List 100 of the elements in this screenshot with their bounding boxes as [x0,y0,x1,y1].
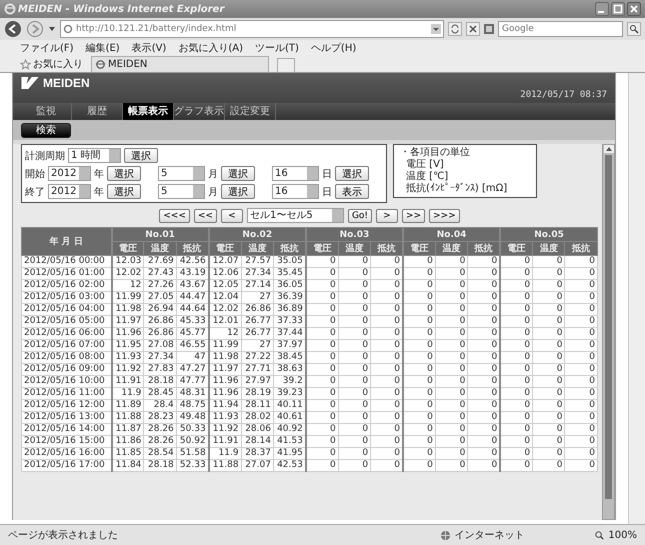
table-cell: 0 [500,328,533,340]
select-button[interactable]: 選択 [335,166,369,181]
unit-label: 月 [208,168,218,180]
date-select[interactable]: 16 [272,184,319,199]
scrollbar[interactable] [628,73,645,524]
unit-label: 月 [208,186,218,198]
pager-button[interactable]: >>> [429,208,460,222]
table-cell: 12.01 [208,316,242,328]
table-cell: 12.03 [112,256,144,268]
table-cell: 2012/05/16 13:00 [22,412,112,424]
table-cell: 11.93 [112,352,144,364]
table-cell: 2012/05/16 04:00 [22,304,112,316]
logo-icon [21,77,39,89]
browser-tab[interactable]: MEIDEN [91,56,269,72]
table-cell: 0 [500,268,533,280]
select-button[interactable]: 選択 [124,148,158,163]
pager-button[interactable]: > [376,208,398,222]
table-cell: 11.97 [112,316,144,328]
scroll-up-icon[interactable] [604,145,614,153]
table-cell: 0 [500,460,533,472]
menu-item[interactable]: 表示(V) [132,40,166,54]
table-cell: 11.93 [208,412,242,424]
cell-select[interactable]: セル1〜セル5 [246,208,344,223]
table-cell: 0 [500,316,533,328]
table-cell: 0 [306,280,338,292]
table-cell: 2012/05/16 12:00 [22,400,112,412]
column-header: 年 月 日 [22,228,112,256]
address-field[interactable]: http://10.121.21/battery/index.html [60,20,444,38]
menu-item[interactable]: お気に入り(A) [178,40,243,54]
menu-item[interactable]: ヘルプ(H) [310,40,356,54]
table-cell: 11.88 [112,412,144,424]
table-cell: 0 [500,400,533,412]
date-select[interactable]: 5 [158,184,205,199]
table-cell: 11.95 [112,340,144,352]
pager-button[interactable]: << [194,208,217,222]
search-button[interactable]: 検索 [21,122,71,138]
favorites-button[interactable]: お気に入り [20,56,83,72]
table-cell: 0 [500,424,533,436]
table-cell: 0 [500,436,533,448]
table-cell: 11.91 [112,376,144,388]
table-cell: 0 [500,292,533,304]
dropdown-icon[interactable] [48,25,56,33]
nav-tab[interactable]: 帳票表示 [123,103,174,120]
table-cell: 0 [403,448,436,460]
unit-item: 電圧 [V] [405,159,445,170]
table-cell: 0 [306,364,338,376]
table-cell: 0 [500,280,533,292]
table-cell: 0 [306,460,338,472]
stop-icon[interactable] [466,22,480,36]
select-button[interactable]: 選択 [221,184,255,199]
maximize-icon[interactable] [611,2,625,16]
table-cell: 2012/05/16 16:00 [22,448,112,460]
unit-item: 抵抗(ｲﾝﾋﾟｰﾀﾞﾝｽ) [mΩ] [405,183,508,195]
scrollbar[interactable] [602,144,615,520]
table-cell: 11.9 [112,388,144,400]
table-cell: 2012/05/16 05:00 [22,316,112,328]
back-icon[interactable] [4,20,22,38]
close-icon[interactable] [627,2,641,16]
star-icon [20,58,31,70]
table-cell: 0 [306,292,338,304]
window-title: MEIDEN - Windows Internet Explorer [18,4,224,14]
table-cell: 2012/05/16 15:00 [22,436,112,448]
pager-button[interactable]: <<< [159,208,190,222]
pager-button[interactable]: < [220,208,243,222]
period-select[interactable]: 1 時間 [68,148,121,163]
date-select[interactable]: 16 [272,166,319,181]
table-cell: 0 [306,400,338,412]
pager-button[interactable]: >> [402,208,426,222]
table-cell: 12.02 [208,304,242,316]
table-cell: 0 [403,340,436,352]
menu-item[interactable]: ツール(T) [255,40,299,54]
select-button[interactable]: 選択 [107,166,141,181]
select-button[interactable]: 表示 [335,184,369,199]
unit-label: 年 [94,168,104,180]
table-cell: 11.85 [112,448,144,460]
minimize-icon[interactable] [595,2,609,16]
date-select[interactable]: 2012 [48,184,91,199]
column-header: 温度 [338,242,371,256]
column-header: 抵抗 [564,242,598,256]
column-header: 電圧 [306,242,338,256]
search-field[interactable]: Google [498,21,623,37]
table-cell: 12.04 [208,292,242,304]
go-button[interactable]: Go! [348,208,372,222]
browser-icon [95,59,106,70]
date-select[interactable]: 5 [158,166,205,181]
select-button[interactable]: 選択 [221,166,255,181]
menu-item[interactable]: ファイル(F) [20,40,74,54]
date-select[interactable]: 2012 [48,166,91,181]
menu-item[interactable]: 編集(E) [86,40,120,54]
select-button[interactable]: 選択 [107,184,141,199]
table-cell: 0 [403,412,436,424]
column-header: 電圧 [112,242,144,256]
zoom-button[interactable]: 100% [594,530,637,540]
refresh-icon[interactable] [448,22,462,36]
table-cell: 2012/05/16 14:00 [22,424,112,436]
search-icon[interactable] [627,22,641,36]
table-cell: 0 [306,328,338,340]
dropdown-icon[interactable] [431,24,441,34]
column-header: No.03 [306,228,404,242]
table-cell: 0 [403,328,436,340]
